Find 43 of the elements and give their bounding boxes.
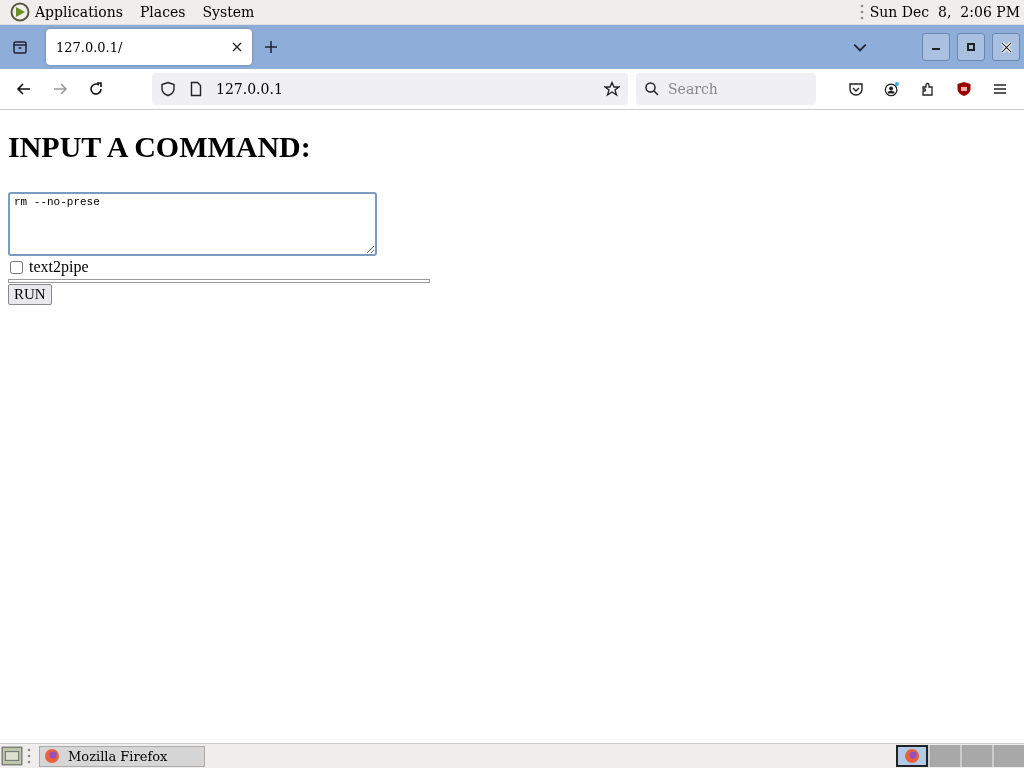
search-field[interactable]: Search — [636, 73, 816, 105]
menu-icon[interactable] — [992, 81, 1008, 97]
checkbox[interactable] — [10, 260, 23, 274]
minimize-button[interactable] — [922, 33, 950, 61]
workspace-button[interactable] — [896, 745, 928, 767]
show-desktop-icon[interactable] — [1, 745, 23, 767]
distro-logo-icon[interactable] — [10, 2, 30, 22]
tab-list-icon[interactable] — [12, 39, 28, 55]
run-button[interactable]: RUN — [8, 284, 52, 305]
page-icon[interactable] — [188, 81, 204, 97]
maximize-button[interactable] — [957, 33, 985, 61]
close-icon[interactable] — [232, 42, 242, 52]
account-icon[interactable] — [884, 81, 900, 97]
browser-icon — [904, 748, 920, 764]
menu-item[interactable]: Applications — [35, 4, 123, 20]
maximize-icon — [966, 42, 976, 52]
tab-title: 127.0.0.1/ — [56, 39, 123, 55]
url-text: 127.0.0.1 — [216, 81, 283, 97]
close-icon — [1000, 41, 1012, 53]
page-heading: INPUT A COMMAND: — [8, 130, 312, 164]
menu-item[interactable]: System — [202, 4, 255, 20]
star-icon[interactable] — [604, 81, 620, 97]
command-field[interactable]: rm --no-prese — [8, 192, 377, 256]
back-icon[interactable] — [16, 81, 32, 97]
reload-icon[interactable] — [88, 81, 104, 97]
address-bar[interactable]: 127.0.0.1 — [152, 73, 628, 105]
search-icon — [644, 81, 660, 97]
forward-icon[interactable] — [52, 81, 68, 97]
browser-tab[interactable]: 127.0.0.1/ — [46, 29, 252, 65]
close-button[interactable] — [992, 33, 1020, 61]
search-input[interactable]: Search — [666, 80, 810, 98]
drag-handle-icon — [27, 748, 31, 764]
taskbar-window-button[interactable]: Mozilla Firefox — [39, 745, 205, 767]
shield-extension-icon[interactable] — [956, 81, 972, 97]
checkbox-label: text2pipe — [29, 258, 89, 276]
browser-icon — [44, 748, 60, 764]
drag-handle-icon — [859, 4, 864, 20]
clock[interactable]: Sun Dec 8, 2:06 PM — [869, 4, 1020, 20]
pocket-icon[interactable] — [848, 81, 864, 97]
menu-item[interactable]: Places — [139, 4, 186, 20]
puzzle-icon[interactable] — [920, 81, 936, 97]
new-tab-icon[interactable] — [264, 40, 278, 54]
shield-icon[interactable] — [160, 81, 176, 97]
